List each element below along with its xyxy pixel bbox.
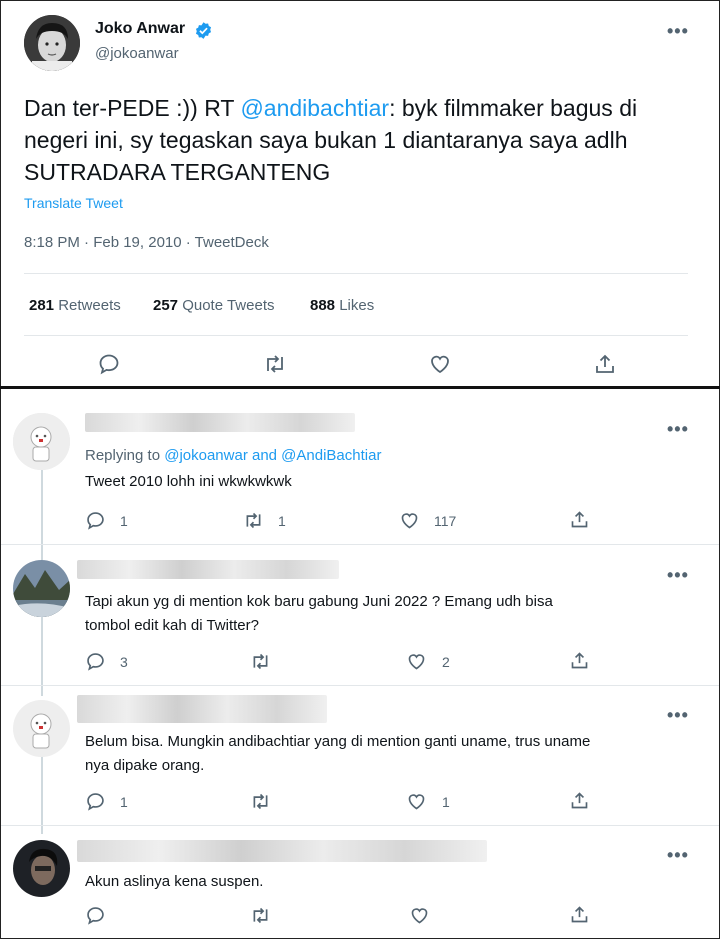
verified-badge-icon bbox=[194, 21, 213, 40]
reply-text-line: Tapi akun yg di mention kok baru gabung … bbox=[85, 593, 553, 610]
author-handle[interactable]: @jokoanwar bbox=[95, 45, 179, 62]
retweet-icon[interactable] bbox=[249, 905, 272, 926]
reply-icon[interactable] bbox=[97, 352, 121, 376]
reply-count: 1 bbox=[120, 794, 128, 810]
share-icon[interactable] bbox=[569, 509, 590, 530]
like-count: 117 bbox=[434, 513, 457, 529]
like-icon[interactable] bbox=[406, 791, 427, 812]
reply-icon[interactable] bbox=[85, 905, 106, 926]
redacted-username bbox=[77, 840, 487, 862]
more-icon[interactable]: ••• bbox=[667, 565, 689, 586]
reply-text-line: nya dipake orang. bbox=[85, 757, 205, 774]
replies-section: ••• Replying to @jokoanwar and @AndiBach… bbox=[1, 389, 719, 937]
redacted-username bbox=[77, 695, 327, 723]
share-icon[interactable] bbox=[593, 352, 617, 376]
author-name[interactable]: Joko Anwar bbox=[95, 20, 185, 38]
retweet-icon[interactable] bbox=[262, 352, 288, 376]
reply-count: 3 bbox=[120, 654, 128, 670]
retweet-icon[interactable] bbox=[249, 791, 272, 812]
retweet-count: 1 bbox=[278, 513, 286, 529]
author-avatar[interactable] bbox=[24, 15, 80, 71]
like-count: 2 bbox=[442, 654, 450, 670]
reply-text: Tweet 2010 lohh ini wkwkwkwk bbox=[85, 473, 292, 490]
reply-text: Akun aslinya kena suspen. bbox=[85, 873, 264, 890]
reply-icon[interactable] bbox=[85, 791, 106, 812]
tweet-text: Dan ter-PEDE :)) RT @andibachtiar: byk f… bbox=[24, 95, 638, 185]
reply-text-line: tombol edit kah di Twitter? bbox=[85, 617, 259, 634]
user-avatar[interactable] bbox=[13, 560, 70, 617]
user-avatar[interactable] bbox=[13, 413, 70, 470]
tweet-timestamp[interactable]: 8:18 PM · Feb 19, 2010 · TweetDeck bbox=[24, 234, 269, 251]
reply-text-line: Belum bisa. Mungkin andibachtiar yang di… bbox=[85, 733, 591, 750]
user-avatar[interactable] bbox=[13, 700, 70, 757]
divider bbox=[24, 273, 688, 274]
thread-line bbox=[41, 604, 43, 696]
redacted-username bbox=[85, 413, 355, 432]
divider bbox=[24, 335, 688, 336]
like-count: 1 bbox=[442, 794, 450, 810]
more-icon[interactable]: ••• bbox=[667, 845, 689, 866]
share-icon[interactable] bbox=[569, 650, 590, 671]
more-icon[interactable]: ••• bbox=[667, 21, 689, 42]
retweet-icon[interactable] bbox=[242, 510, 265, 531]
quote-tweets-stat[interactable]: 257 Quote Tweets bbox=[153, 297, 274, 314]
divider bbox=[1, 544, 719, 545]
retweet-icon[interactable] bbox=[249, 651, 272, 672]
more-icon[interactable]: ••• bbox=[667, 705, 689, 726]
reply-icon[interactable] bbox=[85, 510, 106, 531]
share-icon[interactable] bbox=[569, 904, 590, 925]
user-avatar[interactable] bbox=[13, 840, 70, 897]
translate-tweet-link[interactable]: Translate Tweet bbox=[24, 195, 123, 211]
replying-to-link[interactable]: @jokoanwar and @AndiBachtiar bbox=[164, 447, 381, 464]
thread-line bbox=[41, 744, 43, 834]
share-icon[interactable] bbox=[569, 790, 590, 811]
thread-line bbox=[41, 455, 43, 577]
reply-icon[interactable] bbox=[85, 651, 106, 672]
like-icon[interactable] bbox=[399, 510, 420, 531]
like-icon[interactable] bbox=[409, 905, 430, 926]
likes-stat[interactable]: 888 Likes bbox=[310, 297, 374, 314]
retweets-stat[interactable]: 281 Retweets bbox=[29, 297, 121, 314]
main-tweet: Joko Anwar @jokoanwar ••• Dan ter-PEDE :… bbox=[1, 1, 719, 387]
like-icon[interactable] bbox=[406, 651, 427, 672]
more-icon[interactable]: ••• bbox=[667, 419, 689, 440]
mention-link[interactable]: @andibachtiar bbox=[240, 95, 389, 121]
replying-to: Replying to @jokoanwar and @AndiBachtiar bbox=[85, 447, 382, 464]
redacted-username bbox=[77, 560, 339, 579]
like-icon[interactable] bbox=[428, 352, 452, 376]
divider bbox=[1, 685, 719, 686]
reply-count: 1 bbox=[120, 513, 128, 529]
divider bbox=[1, 825, 719, 826]
